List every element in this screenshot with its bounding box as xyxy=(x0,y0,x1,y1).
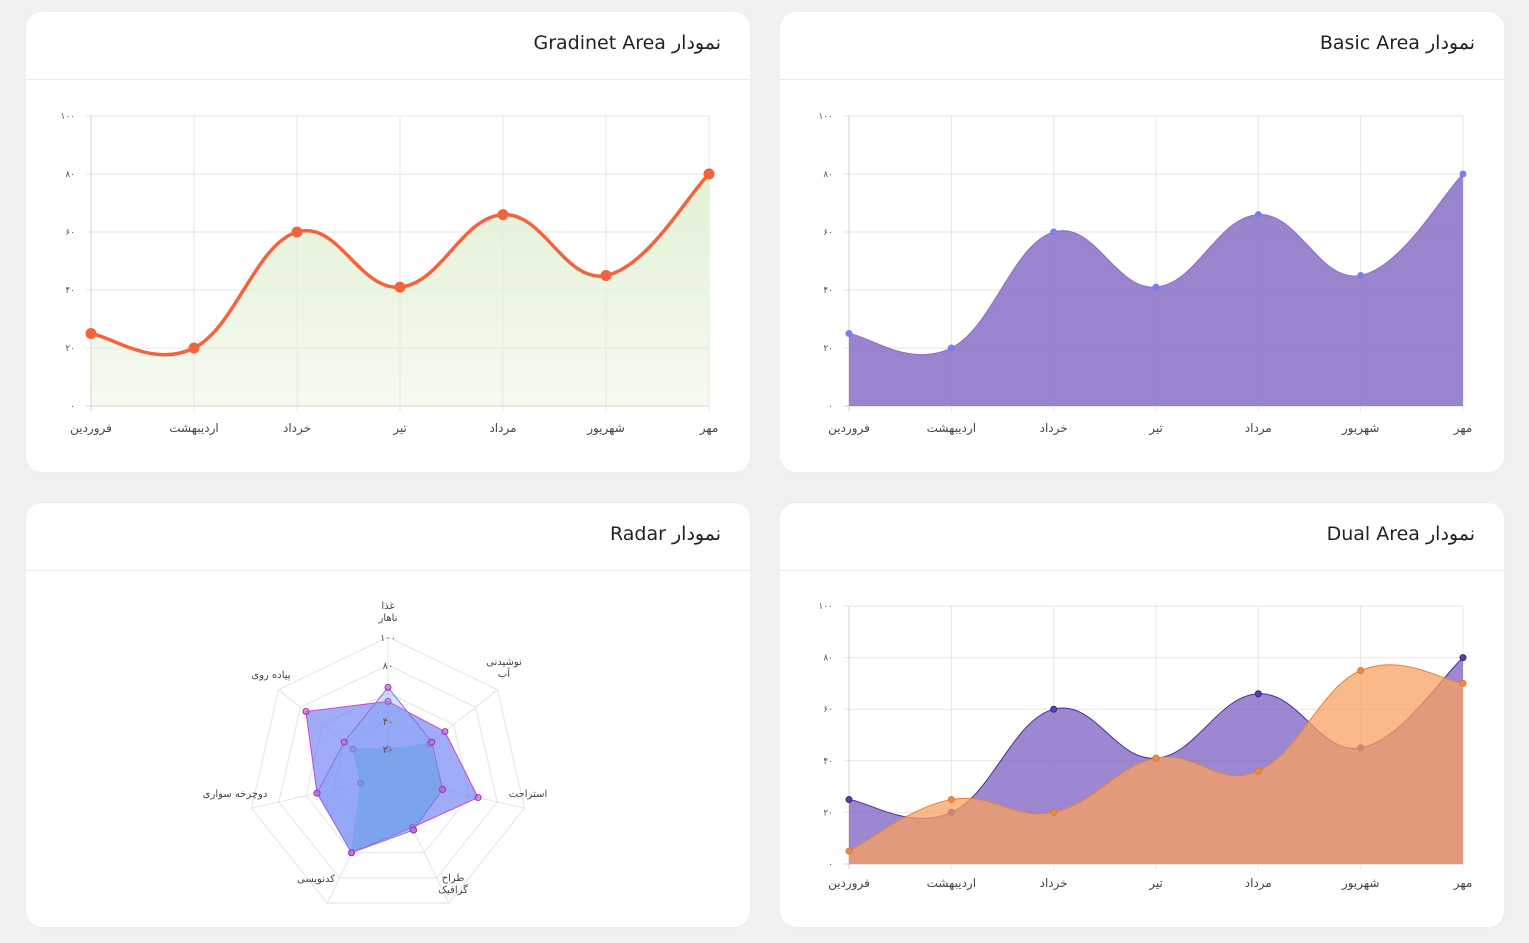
x-tick-label: تیر xyxy=(1148,421,1163,436)
x-tick-label: اردیبهشت xyxy=(169,421,218,436)
data-point xyxy=(1357,272,1365,279)
data-point xyxy=(947,344,955,352)
y-tick-label: ۲۰ xyxy=(823,808,833,818)
x-tick-label: مهر xyxy=(699,421,719,436)
data-point xyxy=(845,796,853,803)
data-point xyxy=(1254,767,1262,775)
data-point xyxy=(1459,679,1467,687)
data-point xyxy=(1254,690,1262,698)
y-tick-label: ۸۰ xyxy=(823,654,833,664)
x-tick-label: خرداد xyxy=(283,421,311,436)
data-point xyxy=(845,330,853,337)
data-point xyxy=(1459,170,1467,178)
x-tick-label: شهریور xyxy=(586,421,625,436)
y-tick-label: ۱۰۰ xyxy=(818,112,833,122)
data-point xyxy=(845,847,853,855)
radar-axis-label: ناهار xyxy=(378,613,398,624)
x-tick-label: مهر xyxy=(1453,421,1473,436)
data-point xyxy=(1152,754,1160,762)
x-tick-label: شهریور xyxy=(1341,876,1380,891)
data-point xyxy=(703,168,715,180)
data-point xyxy=(497,209,509,221)
radar-point xyxy=(410,826,418,834)
radar-point xyxy=(313,789,321,797)
data-point xyxy=(1254,211,1262,219)
radar-axis-label: غذا xyxy=(381,601,394,612)
radar-point xyxy=(340,738,348,746)
gradient-area-card: نمودار Gradinet Area ۰ ۲۰ ۴۰ ۶۰ ۸۰ ۱۰۰ فروردین… xyxy=(26,12,750,472)
data-point xyxy=(1050,808,1058,816)
radar-axis-label: کدنویسی xyxy=(297,874,335,885)
radar-tick-label: ۱۰۰ xyxy=(380,633,396,644)
x-tick-label: مرداد xyxy=(1245,421,1272,436)
radar-point xyxy=(348,849,356,857)
y-tick-label: ۱۰۰ xyxy=(818,602,833,612)
radar-tick-label: ۲۰ xyxy=(383,745,394,756)
basic-area-card: نمودار Basic Area ۰ ۲۰ ۴۰ ۶۰ ۸۰ ۱۰۰ فروردین ارد… xyxy=(780,12,1504,472)
x-tick-label: مهر xyxy=(1453,876,1473,891)
y-tick-label: ۰ xyxy=(828,402,833,412)
data-point xyxy=(1050,228,1058,236)
x-tick-label: شهریور xyxy=(1341,421,1380,436)
basic-area-chart: ۰ ۲۰ ۴۰ ۶۰ ۸۰ ۱۰۰ فروردین اردیبهشت خرداد تیر مرداد… xyxy=(818,112,1473,436)
x-tick-label: خرداد xyxy=(1040,876,1068,891)
radar-axis-label: آب xyxy=(498,667,511,680)
data-point xyxy=(947,796,955,803)
data-point xyxy=(394,281,406,293)
radar-axis-label: طراح xyxy=(442,873,465,884)
radar-point xyxy=(439,785,447,793)
data-point xyxy=(600,270,612,281)
radar-point xyxy=(384,683,392,691)
gradient-area-chart: ۰ ۲۰ ۴۰ ۶۰ ۸۰ ۱۰۰ فروردین اردیبهشت خرداد تیر مرداد… xyxy=(60,112,719,436)
y-tick-label: ۰ xyxy=(828,860,833,870)
y-tick-label: ۰ xyxy=(70,402,75,412)
radar-point xyxy=(302,708,310,716)
y-tick-label: ۸۰ xyxy=(65,170,75,180)
y-tick-label: ۸۰ xyxy=(823,170,833,180)
y-tick-label: ۲۰ xyxy=(823,344,833,354)
data-point xyxy=(1050,705,1058,713)
radar-axis-label: استراحت xyxy=(509,789,547,800)
radar-point xyxy=(474,794,482,802)
x-tick-label: مرداد xyxy=(1245,876,1272,891)
radar-axis-label: پیاده روی xyxy=(251,670,290,681)
data-point xyxy=(1152,283,1160,291)
radar-point xyxy=(428,738,436,746)
radar-point xyxy=(441,728,449,736)
x-tick-label: فروردین xyxy=(828,421,870,436)
radar-axis-label: دوچرخه سواری xyxy=(203,789,268,800)
y-tick-label: ۴۰ xyxy=(823,757,833,767)
radar-axis-label: گرافیک xyxy=(438,884,468,896)
x-tick-label: تیر xyxy=(392,421,407,436)
dual-area-card: نمودار Dual Area ۰ ۲۰ ۴۰ ۶۰ ۸۰ ۱۰۰ فروردین اردی… xyxy=(780,503,1504,927)
x-tick-label: اردیبهشت xyxy=(927,876,976,891)
data-point xyxy=(1459,654,1467,662)
x-tick-label: مرداد xyxy=(489,421,516,436)
x-tick-label: تیر xyxy=(1148,876,1163,891)
radar-tick-label: ۸۰ xyxy=(383,661,394,672)
y-tick-label: ۴۰ xyxy=(823,286,833,296)
x-tick-label: فروردین xyxy=(828,876,870,891)
y-tick-label: ۴۰ xyxy=(65,286,75,296)
data-point xyxy=(188,342,200,354)
x-tick-label: اردیبهشت xyxy=(927,421,976,436)
radar-card: نمودار Radar ۲۰ ۴۰ ۸۰ ۱۰۰ غذا ناهار نوشیدنی آب ا… xyxy=(26,503,750,927)
y-tick-label: ۲۰ xyxy=(65,344,75,354)
x-tick-label: خرداد xyxy=(1040,421,1068,436)
radar-axis-label: نوشیدنی xyxy=(486,657,522,668)
data-point xyxy=(291,226,303,238)
y-tick-label: ۶۰ xyxy=(823,228,833,238)
radar-tick-label: ۴۰ xyxy=(383,717,394,728)
y-tick-label: ۱۰۰ xyxy=(60,112,75,122)
data-point xyxy=(1357,667,1365,674)
y-tick-label: ۶۰ xyxy=(823,705,833,715)
y-tick-label: ۶۰ xyxy=(65,228,75,238)
radar-chart: ۲۰ ۴۰ ۸۰ ۱۰۰ غذاناهار نوشیدنیآب استراحت طراحگرا… xyxy=(203,601,547,904)
data-point xyxy=(85,328,97,339)
dual-area-chart: ۰ ۲۰ ۴۰ ۶۰ ۸۰ ۱۰۰ فروردین اردیبهشت خرداد تیر مرداد… xyxy=(818,602,1473,891)
x-tick-label: فروردین xyxy=(70,421,112,436)
